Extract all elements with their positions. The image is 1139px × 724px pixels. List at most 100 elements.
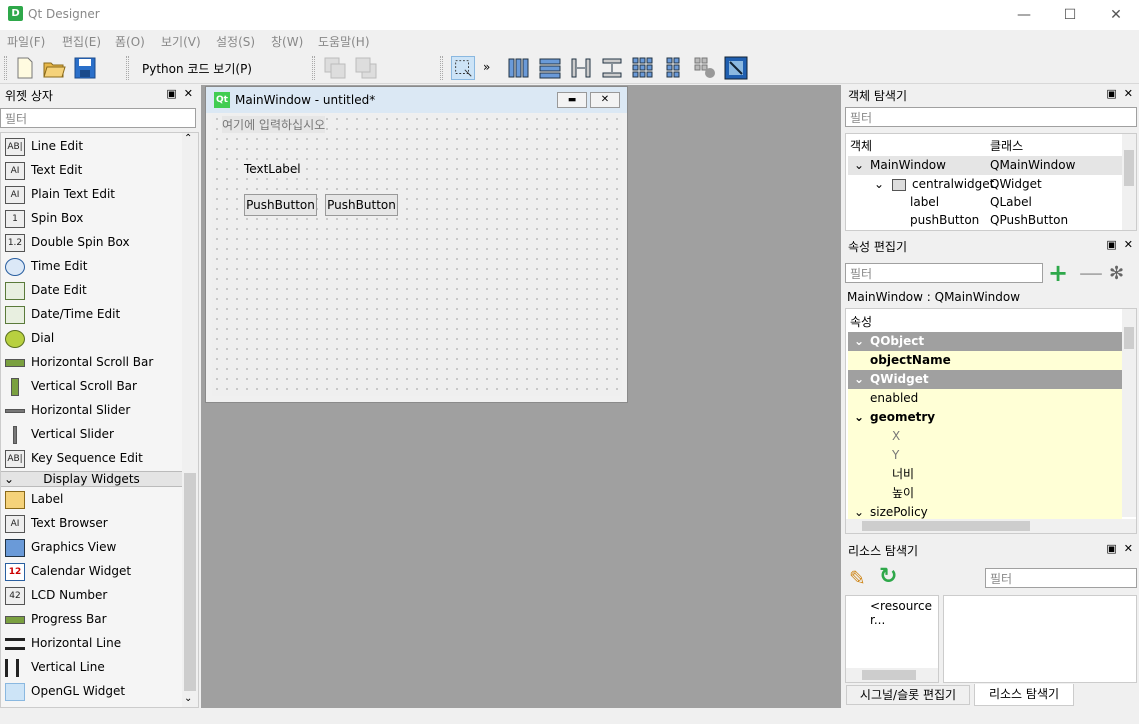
widget-item-double-spin-box[interactable]: 1.2 Double Spin Box [5, 230, 183, 254]
pencil-icon[interactable]: ✎ [849, 566, 866, 590]
layout-horizontal-icon[interactable] [507, 56, 531, 80]
text-label[interactable]: TextLabel [244, 162, 301, 176]
save-icon[interactable] [73, 56, 97, 80]
property-section-qobject[interactable]: ⌄ QObject [848, 332, 1122, 351]
maximize-button[interactable]: ☐ [1047, 0, 1093, 30]
property-y[interactable]: Y [848, 446, 1122, 465]
widget-item-key-sequence-edit[interactable]: AB| Key Sequence Edit [5, 446, 183, 470]
toolbar-overflow-icon[interactable]: » [483, 60, 490, 74]
minimize-button[interactable]: — [1001, 0, 1047, 30]
property-x[interactable]: X [848, 427, 1122, 446]
scroll-thumb[interactable] [1124, 150, 1134, 186]
widget-item-date-edit[interactable]: Date Edit [5, 278, 183, 302]
scroll-thumb[interactable] [1124, 327, 1134, 349]
form-title-bar[interactable]: Qt MainWindow - untitled* ▬ ✕ [206, 87, 627, 113]
object-tree-scrollbar[interactable] [1122, 134, 1136, 230]
col-object-header[interactable]: 객체 [850, 137, 872, 154]
widget-item-graphics-view[interactable]: Graphics View [5, 535, 183, 559]
resource-root[interactable]: <resource r... [870, 599, 938, 627]
tab-resource-browser[interactable]: 리소스 탐색기 [974, 684, 1074, 706]
scroll-down-icon[interactable]: ⌄ [184, 693, 192, 704]
object-row-label[interactable]: label QLabel [848, 193, 1122, 212]
form-window[interactable]: Qt MainWindow - untitled* ▬ ✕ 여기에 입력하십시오… [205, 86, 628, 403]
close-button[interactable]: ✕ [1093, 0, 1139, 30]
break-layout-icon[interactable] [693, 56, 717, 80]
form-canvas[interactable]: 여기에 입력하십시오 TextLabel PushButton PushButt… [212, 114, 622, 396]
widget-item-opengl-widget[interactable]: OpenGL Widget [5, 679, 183, 703]
object-filter-input[interactable]: 필터 [845, 107, 1137, 127]
edit-widgets-icon[interactable] [451, 56, 475, 80]
menu-file[interactable]: 파일(F) [7, 33, 45, 50]
widget-filter-input[interactable]: 필터 [0, 108, 196, 128]
form-minimize-button[interactable]: ▬ [557, 92, 587, 108]
layout-vertical-icon[interactable] [538, 56, 562, 80]
push-button-2[interactable]: PushButton [325, 194, 398, 216]
menu-window[interactable]: 창(W) [271, 33, 303, 50]
menu-edit[interactable]: 편집(E) [62, 33, 101, 50]
col-class-header[interactable]: 클래스 [990, 137, 1023, 154]
dock-float-close-buttons[interactable]: ▣ ✕ [1106, 542, 1133, 555]
property-table-vscrollbar[interactable] [1122, 309, 1136, 517]
widget-item-vertical-slider[interactable]: Vertical Slider [5, 422, 183, 446]
widget-item-label-widget[interactable]: Label [5, 487, 183, 511]
widget-item-progress-bar[interactable]: Progress Bar [5, 607, 183, 631]
object-row-pushbutton[interactable]: pushButton QPushButton [848, 211, 1122, 230]
widget-item-time-edit[interactable]: Time Edit [5, 254, 183, 278]
widget-item-horizontal-scroll-bar[interactable]: Horizontal Scroll Bar [5, 350, 183, 374]
scroll-thumb[interactable] [862, 670, 916, 680]
python-code-view-button[interactable]: Python 코드 보기(P) [142, 60, 252, 77]
adjust-size-icon[interactable] [724, 56, 748, 80]
display-widgets-category[interactable]: ⌄ Display Widgets [1, 471, 182, 487]
widget-item-dial[interactable]: Dial [5, 326, 183, 350]
scroll-up-icon[interactable]: ⌃ [184, 133, 192, 144]
widget-item-datetime-edit[interactable]: Date/Time Edit [5, 302, 183, 326]
widget-item-line-edit[interactable]: AB| Line Edit [5, 134, 183, 158]
property-enabled[interactable]: enabled [848, 389, 1122, 408]
layout-splitter-horizontal-icon[interactable] [569, 56, 593, 80]
new-file-icon[interactable] [13, 56, 37, 80]
resource-filter-input[interactable]: 필터 [985, 568, 1137, 588]
bring-to-front-icon[interactable] [354, 56, 378, 80]
scroll-thumb[interactable] [184, 473, 196, 691]
property-width[interactable]: 너비 [848, 465, 1122, 484]
property-height[interactable]: 높이 [848, 484, 1122, 503]
widget-item-calendar-widget[interactable]: 12 Calendar Widget [5, 559, 183, 583]
push-button-1[interactable]: PushButton [244, 194, 317, 216]
tab-signal-slot-editor[interactable]: 시그널/슬롯 편집기 [846, 685, 970, 705]
widget-list-scrollbar[interactable]: ⌃ ⌄ [182, 133, 198, 707]
menu-settings[interactable]: 설정(S) [216, 33, 255, 50]
wrench-icon[interactable]: ✻ [1109, 263, 1131, 285]
dock-float-close-buttons[interactable]: ▣ ✕ [1106, 238, 1133, 251]
property-table-hscrollbar[interactable] [846, 519, 1136, 533]
property-filter-input[interactable]: 필터 [845, 263, 1043, 283]
widget-item-spin-box[interactable]: 1 Spin Box [5, 206, 183, 230]
widget-item-horizontal-line[interactable]: Horizontal Line [5, 631, 183, 655]
widget-item-vertical-scroll-bar[interactable]: Vertical Scroll Bar [5, 374, 183, 398]
dock-float-close-buttons[interactable]: ▣ ✕ [1106, 87, 1133, 100]
remove-property-icon[interactable]: — [1079, 261, 1103, 285]
widget-item-vertical-line[interactable]: Vertical Line [5, 655, 183, 679]
property-section-qwidget[interactable]: ⌄ QWidget [848, 370, 1122, 389]
widget-item-lcd-number[interactable]: 42 LCD Number [5, 583, 183, 607]
menu-placeholder[interactable]: 여기에 입력하십시오 [222, 116, 326, 133]
scroll-thumb[interactable] [862, 521, 1030, 531]
layout-form-icon[interactable] [662, 56, 686, 80]
property-objectname[interactable]: objectName [848, 351, 1122, 370]
menu-view[interactable]: 보기(V) [161, 33, 201, 50]
form-close-button[interactable]: ✕ [590, 92, 620, 108]
menu-form[interactable]: 폼(O) [115, 33, 145, 50]
object-row-mainwindow[interactable]: ⌄ MainWindow QMainWindow [848, 156, 1122, 175]
resource-tree-hscrollbar[interactable] [846, 668, 938, 682]
add-property-icon[interactable]: + [1048, 261, 1070, 285]
layout-splitter-vertical-icon[interactable] [600, 56, 624, 80]
menu-help[interactable]: 도움말(H) [318, 33, 370, 50]
send-to-back-icon[interactable] [323, 56, 347, 80]
object-row-centralwidget[interactable]: ⌄ centralwidget QWidget [848, 175, 1122, 194]
widget-item-plain-text-edit[interactable]: AI Plain Text Edit [5, 182, 183, 206]
dock-float-close-buttons[interactable]: ▣ ✕ [166, 87, 193, 100]
widget-item-horizontal-slider[interactable]: Horizontal Slider [5, 398, 183, 422]
widget-item-text-edit[interactable]: AI Text Edit [5, 158, 183, 182]
widget-item-text-browser[interactable]: AI Text Browser [5, 511, 183, 535]
reload-icon[interactable]: ↻ [879, 564, 897, 589]
open-folder-icon[interactable] [42, 56, 66, 80]
